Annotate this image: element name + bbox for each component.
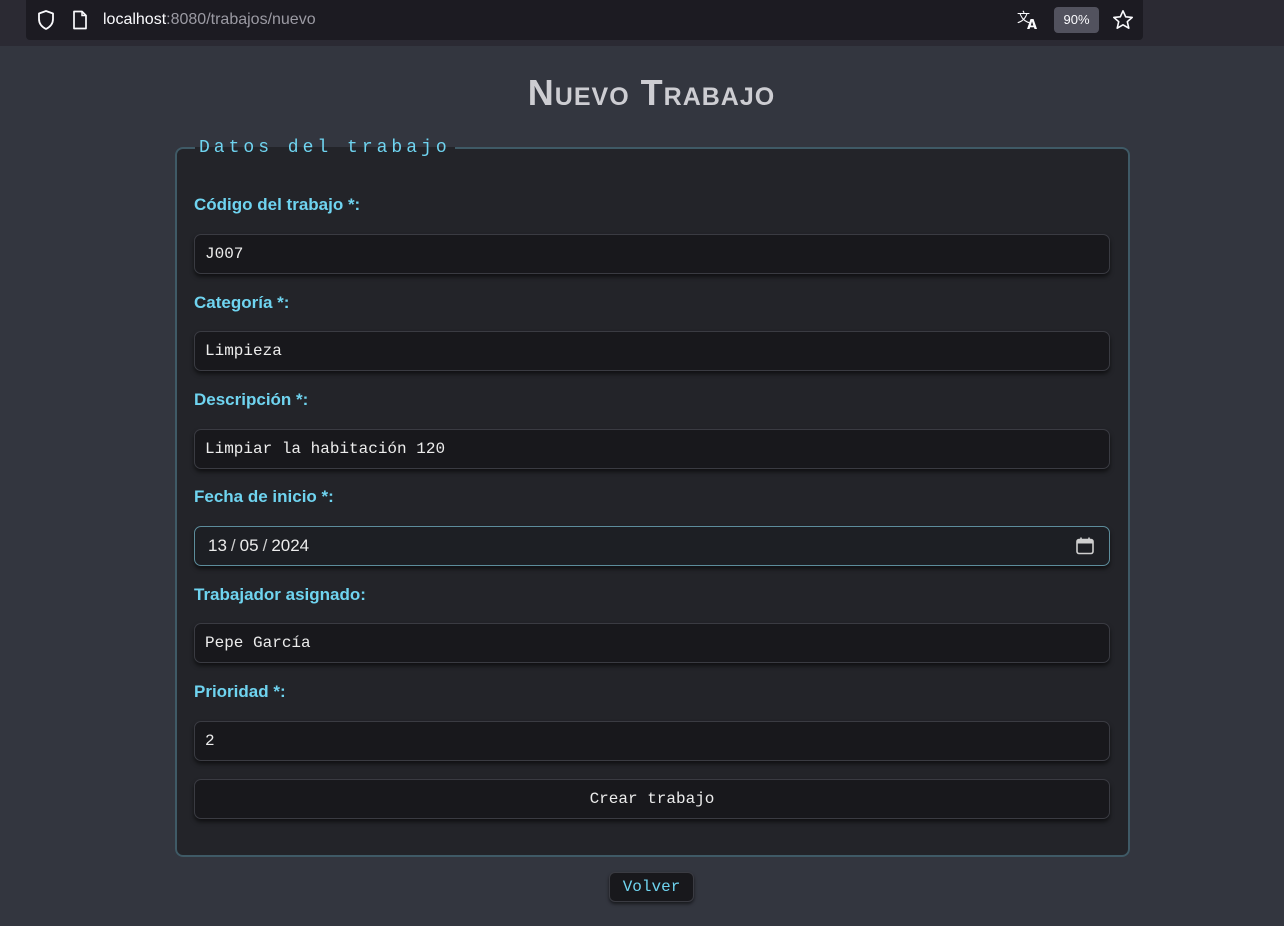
fecha-separator: / [230, 536, 236, 555]
descripcion-label: Descripción *: [194, 390, 309, 409]
back-button[interactable]: Volver [609, 872, 694, 902]
categoria-input[interactable]: Limpieza [194, 331, 1110, 371]
trabajador-label: Trabajador asignado: [194, 585, 366, 604]
zoom-level-button[interactable]: 90% [1054, 7, 1099, 33]
categoria-label: Categoría *: [194, 293, 290, 312]
fecha-label: Fecha de inicio *: [194, 487, 334, 506]
fecha-month[interactable]: 05 [240, 536, 259, 555]
prioridad-input[interactable]: 2 [194, 721, 1110, 761]
translate-icon[interactable]: 文 A [1016, 9, 1040, 31]
page-title: Nuevo Trabajo [527, 72, 776, 113]
fecha-input[interactable]: 13/05/2024 [194, 526, 1110, 566]
calendar-icon[interactable] [1075, 536, 1095, 556]
star-icon[interactable] [1112, 9, 1134, 31]
shield-icon[interactable] [36, 9, 56, 31]
url-path: :8080/trabajos/nuevo [166, 11, 316, 28]
fecha-year[interactable]: 2024 [271, 536, 309, 555]
url-host: localhost [103, 11, 167, 28]
fecha-day[interactable]: 13 [208, 536, 227, 555]
url-text[interactable]: localhost:8080/trabajos/nuevo [103, 11, 316, 29]
create-job-button[interactable]: Crear trabajo [194, 779, 1110, 819]
fecha-separator: / [262, 536, 268, 555]
trabajador-input[interactable]: Pepe García [194, 623, 1110, 663]
form-legend: Datos del trabajo [199, 138, 451, 158]
svg-text:A: A [1027, 18, 1037, 31]
address-bar[interactable]: localhost:8080/trabajos/nuevo 文 A 90% [26, 0, 1143, 40]
descripcion-input[interactable]: Limpiar la habitación 120 [194, 429, 1110, 469]
codigo-label: Código del trabajo *: [194, 195, 361, 214]
page-icon[interactable] [72, 10, 88, 30]
prioridad-label: Prioridad *: [194, 682, 286, 701]
codigo-input[interactable]: J007 [194, 234, 1110, 274]
